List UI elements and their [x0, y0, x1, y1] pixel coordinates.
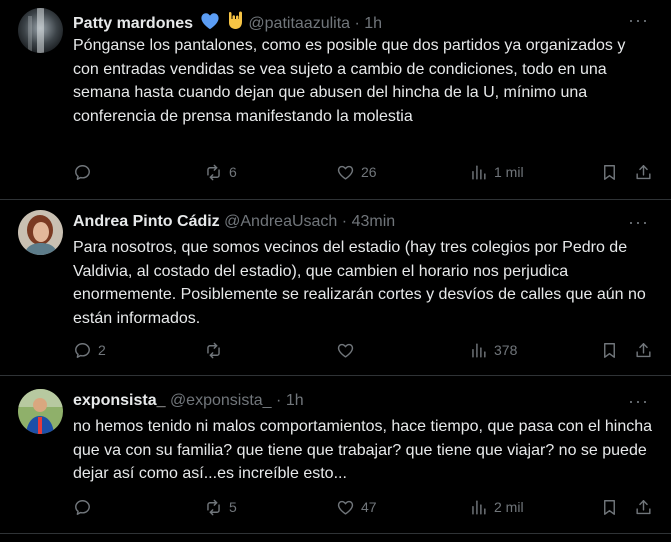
display-name[interactable]: Andrea Pinto Cádiz — [73, 213, 220, 230]
bookmark-icon — [600, 498, 619, 517]
share-icon — [634, 498, 653, 517]
reply-button[interactable]: 2 — [73, 338, 106, 362]
bookmark-button[interactable] — [600, 338, 619, 362]
tweet-header: Andrea Pinto Cádiz @AndreaUsach · 43min — [73, 212, 395, 232]
avatar[interactable] — [18, 8, 63, 53]
views-icon — [469, 498, 488, 517]
repost-button[interactable]: 6 — [204, 160, 237, 184]
views-icon — [469, 163, 488, 182]
display-name[interactable]: exponsista_ — [73, 392, 165, 409]
like-button[interactable]: 47 — [336, 495, 377, 519]
repost-button[interactable] — [204, 338, 229, 362]
tweet-3[interactable]: exponsista_ @exponsista_ · 1h ··· no hem… — [0, 376, 671, 534]
like-button[interactable]: 26 — [336, 160, 377, 184]
action-bar: 6 26 1 mil — [73, 160, 657, 184]
heart-icon — [336, 163, 355, 182]
tweet-text: no hemos tenido ni malos comportamientos… — [73, 418, 653, 482]
bookmark-icon — [600, 341, 619, 360]
views-button[interactable]: 378 — [469, 338, 517, 362]
bookmark-icon — [600, 163, 619, 182]
more-options-icon[interactable]: ··· — [628, 391, 649, 411]
tweet-2[interactable]: Andrea Pinto Cádiz @AndreaUsach · 43min … — [0, 200, 671, 376]
repost-button[interactable]: 5 — [204, 495, 237, 519]
separator: · — [276, 392, 282, 409]
tweet-header: exponsista_ @exponsista_ · 1h — [73, 391, 304, 411]
tweet-header: Patty mardones @patitaazulita · 1h — [73, 10, 382, 36]
tweet-1[interactable]: Patty mardones @patitaazulita · 1h ··· P… — [0, 0, 671, 200]
rock-hand-emoji — [226, 10, 244, 36]
more-options-icon[interactable]: ··· — [628, 10, 649, 30]
views-icon — [469, 341, 488, 360]
tweet-text: Para nosotros, que somos vecinos del est… — [73, 239, 646, 327]
handle[interactable]: @exponsista_ — [170, 392, 272, 409]
separator: · — [341, 213, 348, 230]
reply-button[interactable] — [73, 160, 98, 184]
reply-icon — [73, 341, 92, 360]
avatar[interactable] — [18, 389, 63, 434]
more-options-icon[interactable]: ··· — [628, 212, 649, 232]
timestamp[interactable]: 1h — [286, 392, 304, 409]
blue-heart-emoji — [200, 12, 220, 36]
repost-icon — [204, 498, 223, 517]
views-button[interactable]: 1 mil — [469, 160, 524, 184]
handle[interactable]: @AndreaUsach — [224, 213, 337, 230]
heart-icon — [336, 498, 355, 517]
timestamp[interactable]: 43min — [352, 213, 396, 230]
action-bar: 2 378 — [73, 338, 657, 362]
repost-icon — [204, 163, 223, 182]
avatar[interactable] — [18, 210, 63, 255]
action-bar: 5 47 2 mil — [73, 495, 657, 519]
reply-icon — [73, 163, 92, 182]
views-button[interactable]: 2 mil — [469, 495, 524, 519]
share-icon — [634, 341, 653, 360]
reply-icon — [73, 498, 92, 517]
share-icon — [634, 163, 653, 182]
display-name[interactable]: Patty mardones — [73, 15, 193, 32]
share-button[interactable] — [634, 160, 653, 184]
share-button[interactable] — [634, 338, 653, 362]
handle[interactable]: @patitaazulita — [248, 15, 350, 32]
reply-button[interactable] — [73, 495, 98, 519]
timestamp[interactable]: 1h — [364, 15, 382, 32]
share-button[interactable] — [634, 495, 653, 519]
separator: · — [354, 15, 360, 32]
repost-icon — [204, 341, 223, 360]
like-button[interactable] — [336, 338, 361, 362]
heart-icon — [336, 341, 355, 360]
bookmark-button[interactable] — [600, 495, 619, 519]
bookmark-button[interactable] — [600, 160, 619, 184]
tweet-text: Pónganse los pantalones, como es posible… — [73, 37, 626, 125]
